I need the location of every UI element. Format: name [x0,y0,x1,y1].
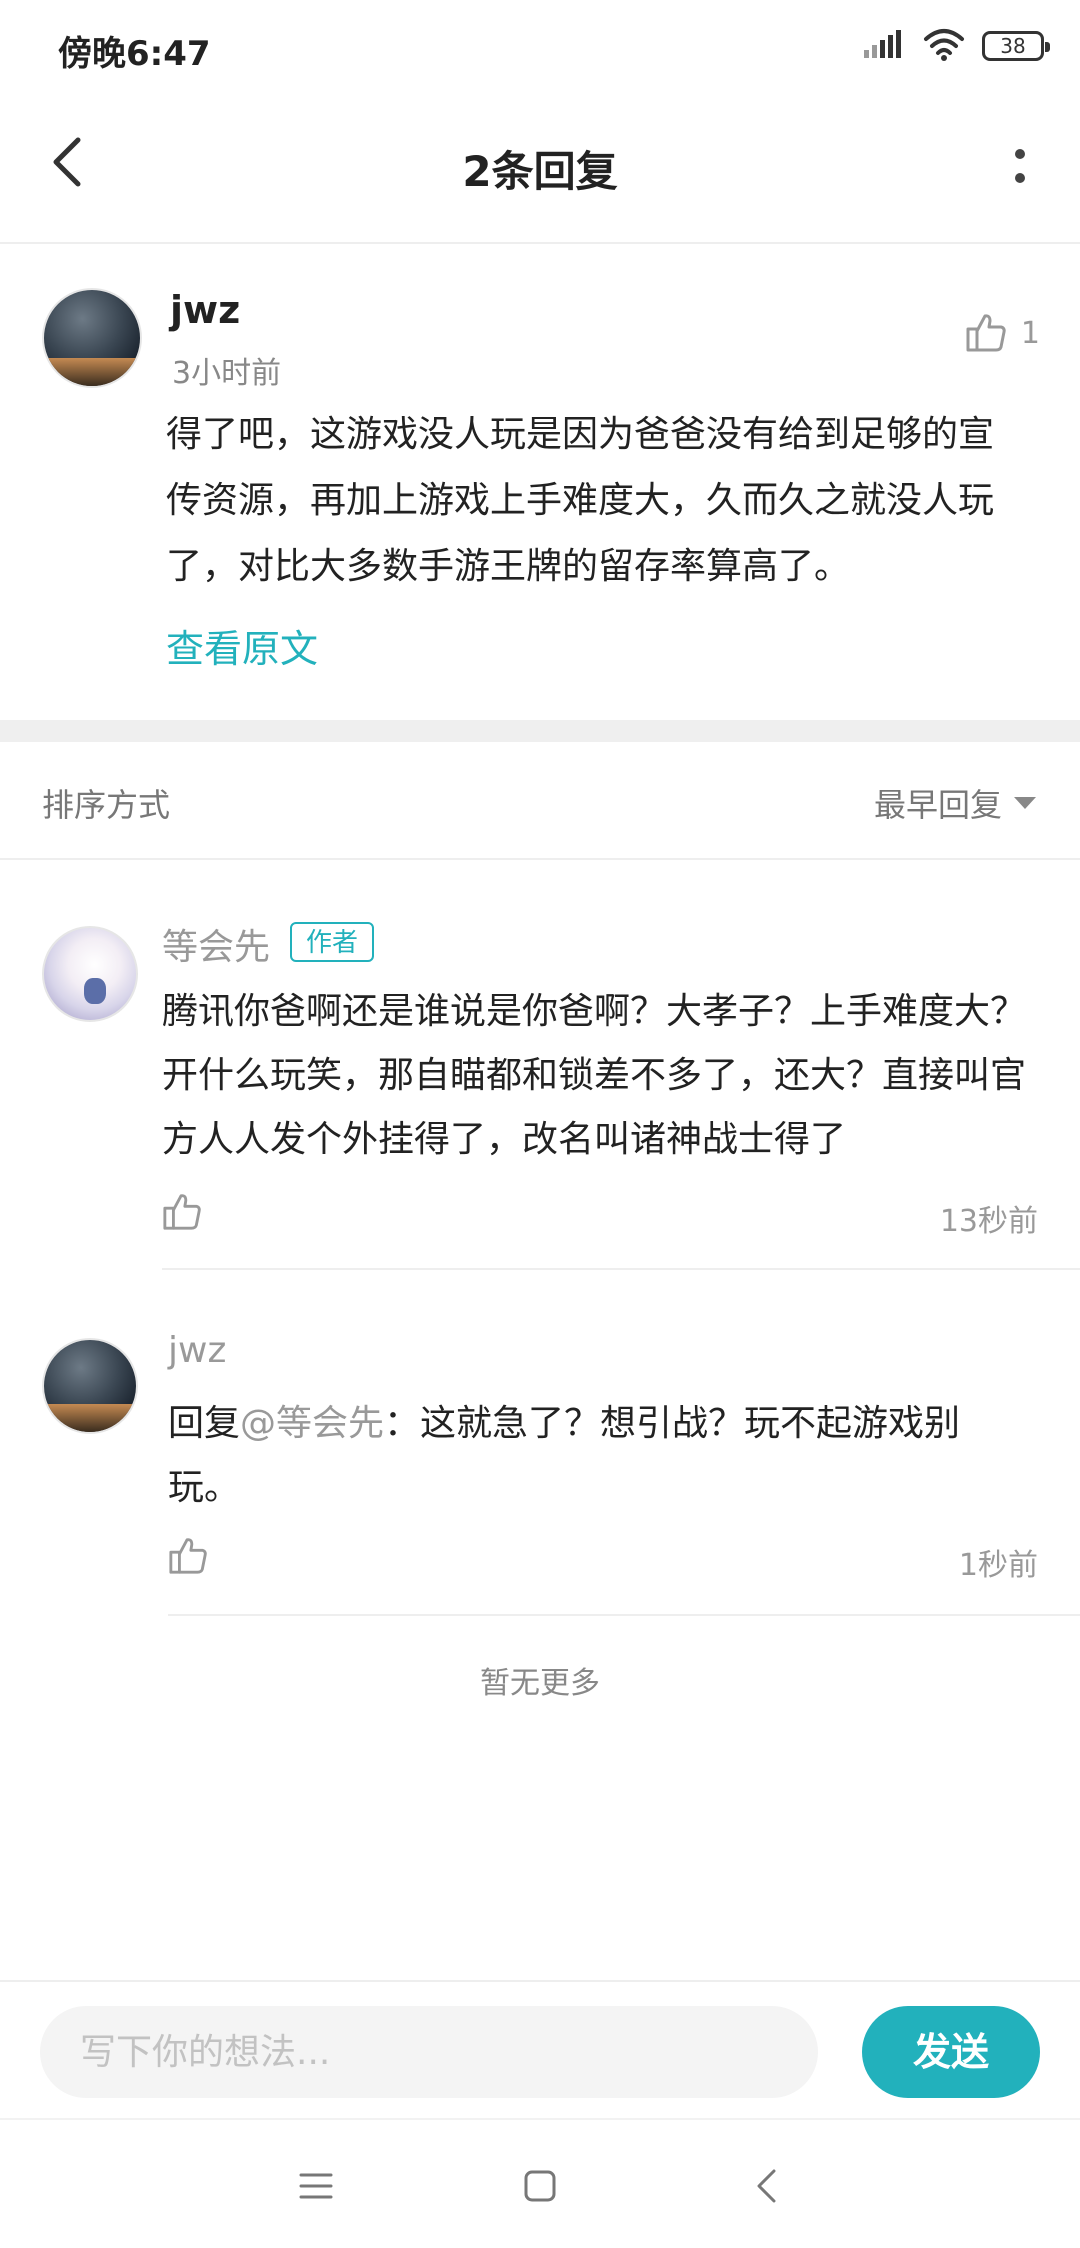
signal-icon [862,28,906,64]
mention-link[interactable]: @等会先 [240,1403,384,1444]
avatar[interactable] [42,1338,138,1434]
reply-author[interactable]: 等会先 [162,918,270,970]
sort-dropdown[interactable]: 最早回复 [874,780,1036,826]
reply-time: 1秒前 [958,1548,1038,1583]
home-square-icon [524,2170,556,2202]
like-button[interactable]: 1 [965,312,1040,354]
reply-item: 等会先 作者 腾讯你爸啊还是谁说是你爸啊？大孝子？上手难度大？开什么玩笑，那自瞄… [0,860,1080,1270]
view-original-link[interactable]: 查看原文 [166,618,318,673]
reply-author[interactable]: jwz [168,1330,226,1371]
reply-time: 13秒前 [939,1204,1038,1239]
page-title: 2条回复 [462,147,618,196]
avatar[interactable] [42,926,138,1022]
comment-text: 得了吧，这游戏没人玩是因为爸爸没有给到足够的宣传资源，再加上游戏上手难度大，久而… [166,414,995,587]
send-button[interactable]: 发送 [862,2006,1040,2098]
comment-input-bar: 发送 [0,1980,1080,2118]
main-comment: jwz 3小时前 1 得了吧，这游戏没人玩是因为爸爸没有给到足够的宣传资源，再加… [0,244,1080,720]
no-more-label: 暂无更多 [480,1666,600,1701]
sort-bar: 排序方式 最早回复 [0,742,1080,860]
home-button[interactable] [510,2156,570,2216]
status-icons: 38 [862,26,1050,66]
section-divider [0,720,1080,742]
reply-text: 腾讯你爸啊还是谁说是你爸啊？大孝子？上手难度大？开什么玩笑，那自瞄都和锁差不多了… [162,991,1027,1160]
reply-prefix: 回复 [168,1403,241,1444]
menu-button[interactable] [286,2156,346,2216]
more-vertical-icon [1015,149,1025,183]
sort-selected: 最早回复 [873,786,1002,824]
back-chevron-icon [757,2169,776,2203]
wifi-icon [922,27,966,65]
author-badge: 作者 [290,922,375,962]
like-button[interactable] [168,1536,208,1580]
thumbs-up-icon [169,1538,207,1574]
status-time: 傍晚6:47 [58,34,211,74]
more-button[interactable] [1000,136,1040,196]
comment-replies-page: 傍晚6:47 38 2条回复 jwz 3小时前 1 得了吧，这游戏没人玩是因为爸… [0,0,1080,2248]
thumbs-up-icon [163,1194,201,1230]
like-count: 1 [1020,315,1040,351]
comment-author[interactable]: jwz [170,288,240,332]
menu-icon [299,2173,333,2199]
reply-divider [168,1614,1080,1616]
status-bar: 傍晚6:47 38 [0,0,1080,96]
sort-label: 排序方式 [42,786,171,824]
dropdown-arrow-icon [1014,797,1036,809]
reply-item: jwz 回复@等会先：这就急了？想引战？玩不起游戏别玩。 1秒前 [0,1270,1080,1616]
reply-text: 回复@等会先：这就急了？想引战？玩不起游戏别玩。 [168,1392,1028,1520]
comment-time: 3小时前 [172,356,282,391]
like-button[interactable] [162,1192,202,1236]
avatar[interactable] [42,288,142,388]
battery-icon: 38 [982,31,1050,61]
comment-input[interactable] [40,2006,818,2098]
app-header: 2条回复 [0,96,1080,244]
system-back-button[interactable] [736,2156,796,2216]
thumbs-up-icon [966,314,1006,352]
system-nav-bar [0,2118,1080,2248]
